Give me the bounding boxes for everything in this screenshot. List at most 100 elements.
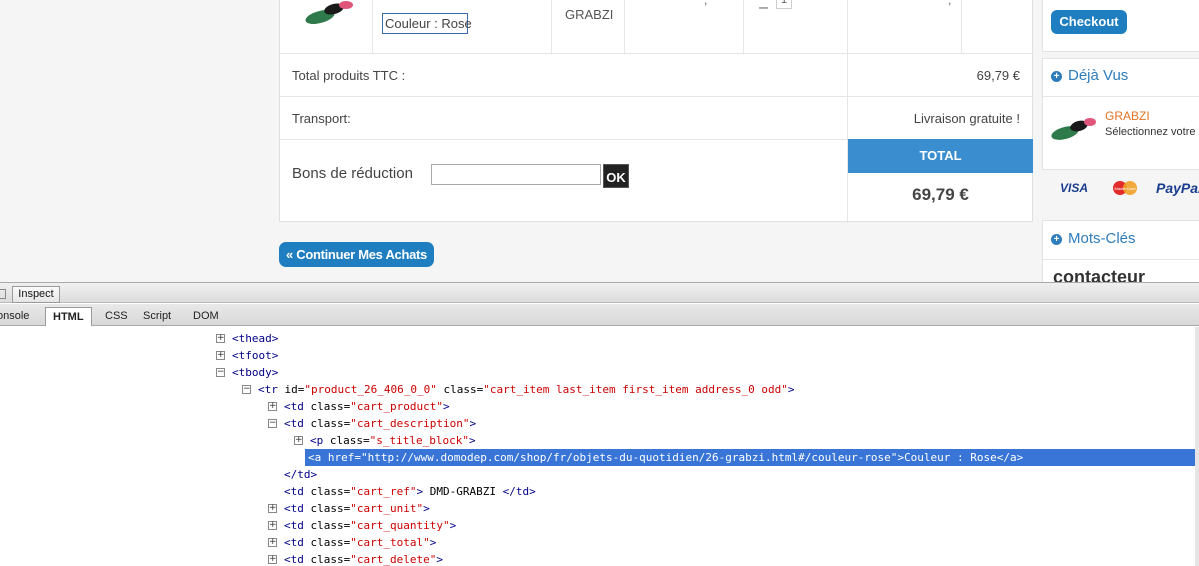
keyword-item[interactable]: contacteur: [1053, 267, 1145, 282]
keywords-title[interactable]: + Mots-Clés: [1051, 230, 1136, 247]
line-total-fragment: ,: [948, 0, 952, 7]
devtools-toolbar: Inspect: [0, 282, 1199, 303]
tag-name: <p: [310, 434, 324, 447]
tag-name: <td: [284, 553, 304, 566]
tree-node-a-selected[interactable]: <a href="http://www.domodep.com/shop/fr/…: [305, 449, 1195, 466]
plus-icon: +: [1051, 71, 1062, 82]
attr-value: "cart_description": [350, 417, 470, 430]
tag-name: <tbody>: [232, 366, 279, 379]
tab-html[interactable]: HTML: [45, 307, 92, 326]
tree-node-tr[interactable]: <tr id="product_26_406_0_0" class="cart_…: [258, 381, 794, 398]
recently-viewed-title[interactable]: + Déjà Vus: [1051, 67, 1128, 84]
collapse-icon[interactable]: −: [242, 385, 251, 394]
transport-value: Livraison gratuite !: [913, 111, 1020, 126]
tag-name: <td: [284, 400, 304, 413]
recently-viewed-title-text: Déjà Vus: [1068, 67, 1129, 84]
devtools-panel: Inspect onsole HTML CSS Script DOM + <th…: [0, 282, 1199, 566]
recently-viewed-block: + Déjà Vus GRABZI Sélectionnez votre: [1042, 58, 1199, 170]
attr-name: class: [310, 485, 344, 498]
transport-label: Transport:: [292, 111, 351, 126]
attr-name: id: [284, 383, 298, 396]
recently-viewed-item-desc: Sélectionnez votre: [1105, 126, 1196, 138]
recently-viewed-thumbnail[interactable]: [1049, 113, 1097, 143]
tree-node-td-delete[interactable]: <td class="cart_delete">: [284, 551, 443, 566]
paypal-logo: PayPal: [1156, 180, 1199, 196]
attr-name: class: [310, 400, 344, 413]
attr-name: class: [310, 536, 344, 549]
grid-line: [743, 0, 744, 54]
tag-name: <td: [284, 485, 304, 498]
tag-name: <td: [284, 502, 304, 515]
voucher-label: Bons de réduction: [292, 165, 413, 182]
tab-dom[interactable]: DOM: [186, 307, 226, 326]
attr-value: "http://www.domodep.com/shop/fr/objets-d…: [361, 451, 898, 464]
node-text: DMD-GRABZI: [429, 485, 496, 498]
expand-icon[interactable]: +: [216, 351, 225, 360]
checkout-box: Checkout: [1042, 0, 1199, 52]
total-header: TOTAL: [848, 139, 1033, 173]
cart-summary-table: Couleur : Rose GRABZI , – 1 , Total prod…: [279, 0, 1034, 223]
payment-logos: VISA MasterCard PayPal: [1060, 180, 1199, 196]
quantity-decrease-button[interactable]: –: [759, 0, 768, 17]
attr-value: "cart_total": [350, 536, 430, 549]
tag-name: <td: [284, 519, 304, 532]
plus-icon: +: [1051, 234, 1062, 245]
grid-line: [280, 53, 1034, 54]
collapse-icon[interactable]: −: [216, 368, 225, 377]
expand-icon[interactable]: +: [268, 538, 277, 547]
tree-scrollbar[interactable]: [1195, 327, 1199, 566]
collapse-icon[interactable]: −: [268, 419, 277, 428]
tab-css[interactable]: CSS: [98, 307, 135, 326]
html-tree: + <thead> + <tfoot> − <tbody> − <tr id="…: [0, 327, 1199, 566]
expand-icon[interactable]: +: [268, 555, 277, 564]
continue-shopping-button[interactable]: « Continuer Mes Achats: [279, 242, 434, 267]
panel-edge-icon: [0, 289, 6, 299]
total-products-label: Total produits TTC :: [292, 68, 406, 83]
visa-logo: VISA: [1060, 181, 1088, 195]
tree-node-tfoot[interactable]: <tfoot>: [232, 347, 278, 364]
tree-node-td-product[interactable]: <td class="cart_product">: [284, 398, 450, 415]
tag-name: <tfoot>: [232, 349, 279, 362]
tree-node-tbody[interactable]: <tbody>: [232, 364, 278, 381]
inspect-button[interactable]: Inspect: [12, 286, 60, 303]
tree-node-td-unit[interactable]: <td class="cart_unit">: [284, 500, 430, 517]
tag-name: <tr: [258, 383, 278, 396]
tree-node-thead[interactable]: <thead>: [232, 330, 278, 347]
tab-console[interactable]: onsole: [0, 307, 36, 326]
attr-name: class: [310, 417, 344, 430]
expand-icon[interactable]: +: [268, 504, 277, 513]
tab-script[interactable]: Script: [136, 307, 178, 326]
tree-node-td-quantity[interactable]: <td class="cart_quantity">: [284, 517, 456, 534]
attr-value: "cart_delete": [350, 553, 437, 566]
tree-node-td-ref[interactable]: <td class="cart_ref"> DMD-GRABZI </td>: [284, 483, 536, 500]
expand-icon[interactable]: +: [216, 334, 225, 343]
divider: [1043, 259, 1199, 260]
product-thumbnail[interactable]: [302, 0, 354, 27]
cart-ref: GRABZI: [565, 7, 614, 22]
total-products-value: 69,79 €: [976, 68, 1020, 83]
grid-line: [624, 0, 625, 54]
voucher-input[interactable]: [431, 164, 601, 185]
attr-name: class: [329, 434, 363, 447]
tree-node-td-description[interactable]: <td class="cart_description">: [284, 415, 476, 432]
attr-name: href: [327, 451, 355, 464]
quantity-input[interactable]: 1: [776, 0, 792, 9]
attr-value: "product_26_406_0_0": [304, 383, 437, 396]
tree-node-td-total[interactable]: <td class="cart_total">: [284, 534, 436, 551]
checkout-button[interactable]: Checkout: [1051, 10, 1127, 34]
expand-icon[interactable]: +: [268, 402, 277, 411]
recently-viewed-item-name[interactable]: GRABZI: [1105, 109, 1150, 123]
tree-node-p[interactable]: <p class="s_title_block">: [310, 432, 476, 449]
node-text: Couleur : Rose: [904, 451, 997, 464]
grid-line: [280, 139, 847, 140]
tag-name: <thead>: [232, 332, 279, 345]
tag-name: </td>: [284, 468, 318, 481]
expand-icon[interactable]: +: [294, 436, 303, 445]
attr-name: class: [310, 553, 344, 566]
tag-name: </a>: [996, 451, 1024, 464]
tag-name: <td: [284, 536, 304, 549]
expand-icon[interactable]: +: [268, 521, 277, 530]
divider: [1043, 96, 1199, 97]
colour-link[interactable]: Couleur : Rose: [382, 13, 472, 34]
voucher-ok-button[interactable]: OK: [603, 164, 629, 188]
